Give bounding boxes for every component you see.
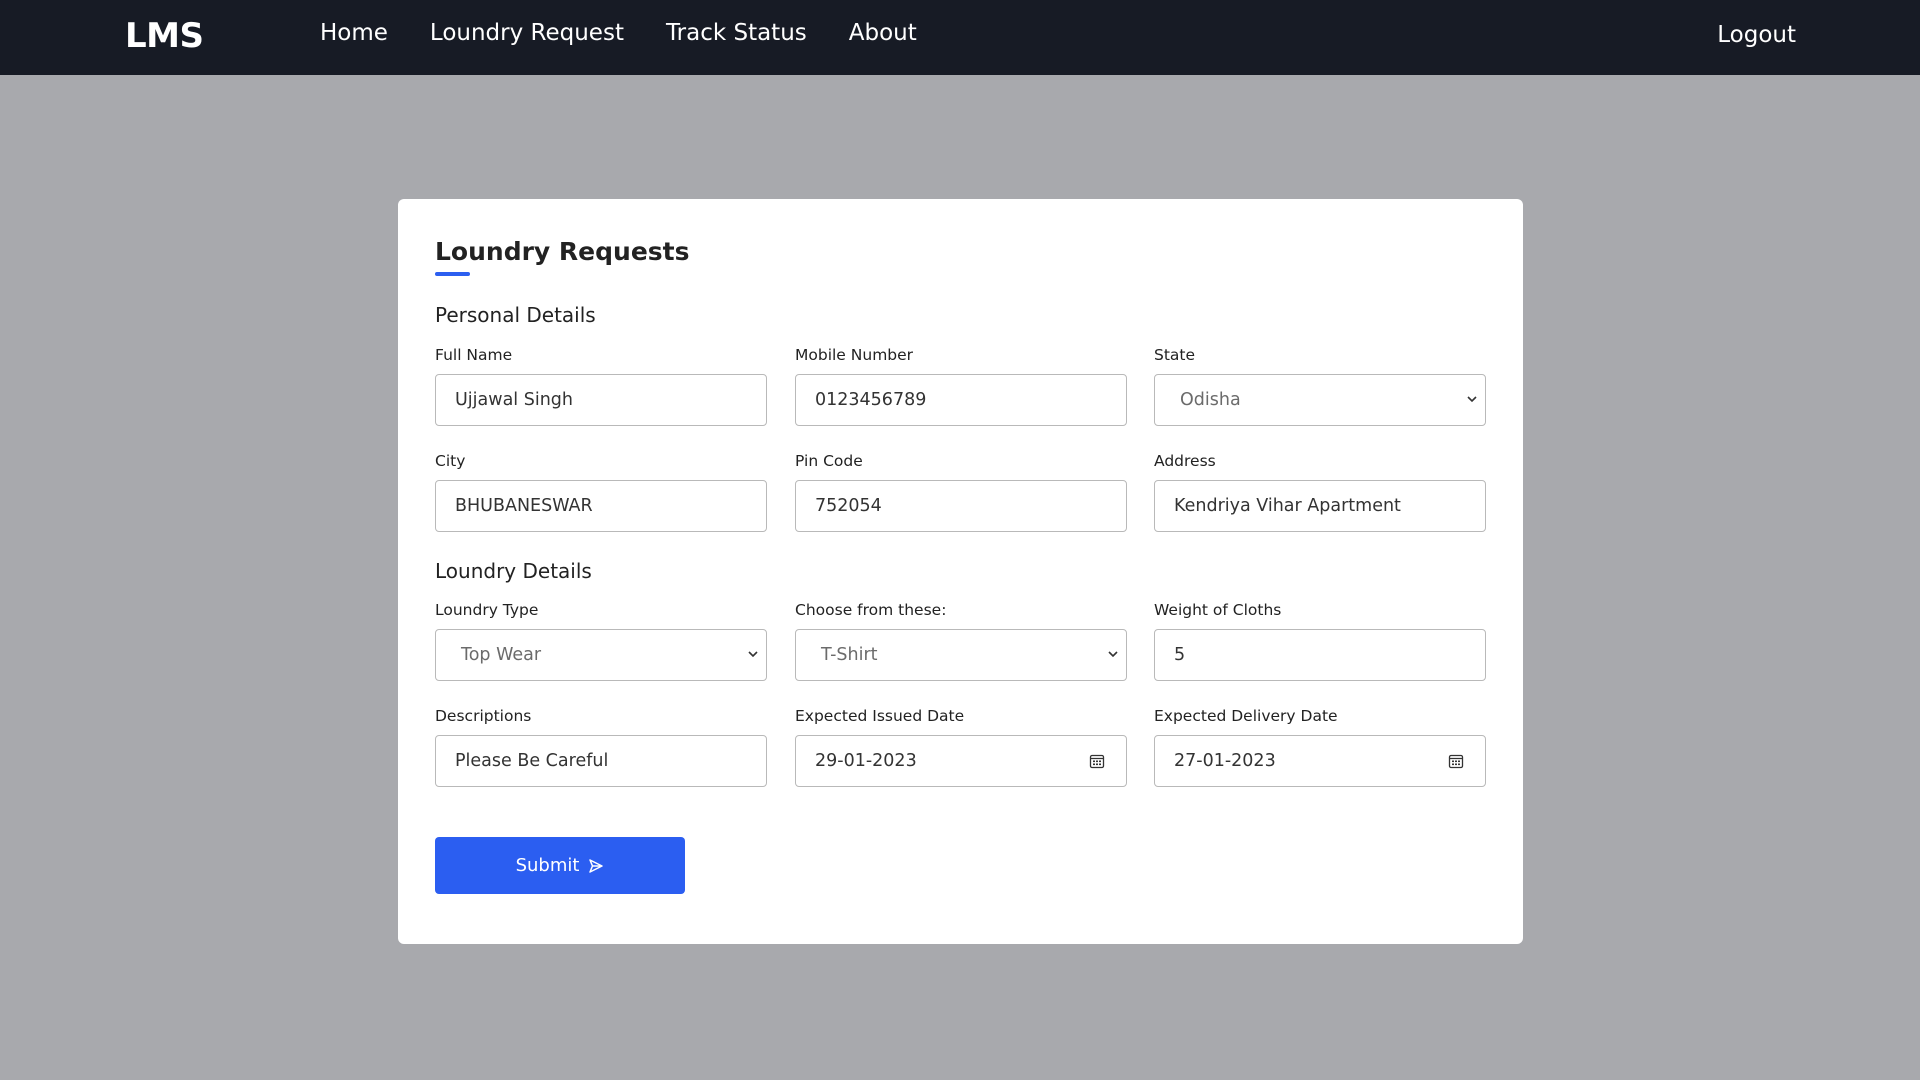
full-name-label: Full Name	[435, 346, 513, 364]
city-input[interactable]: BHUBANESWAR	[435, 480, 767, 532]
issued-date-field: Expected Issued Date 29-01-2023	[795, 707, 1127, 787]
chevron-down-icon	[1467, 396, 1477, 403]
city-label: City	[435, 452, 466, 470]
address-field: Address Kendriya Vihar Apartment	[1154, 452, 1486, 532]
state-select[interactable]: Odisha	[1154, 374, 1486, 426]
delivery-date-field: Expected Delivery Date 27-01-2023	[1154, 707, 1486, 787]
form-title: Loundry Requests	[435, 237, 690, 266]
nav-links: Home Loundry Request Track Status About	[320, 20, 959, 46]
send-icon	[589, 858, 604, 873]
weight-label: Weight of Cloths	[1154, 601, 1282, 619]
issued-date-label: Expected Issued Date	[795, 707, 965, 725]
description-field: Descriptions Please Be Careful	[435, 707, 767, 787]
nav-link-home[interactable]: Home	[320, 20, 388, 46]
delivery-date-label: Expected Delivery Date	[1154, 707, 1338, 725]
laundry-type-label: Loundry Type	[435, 601, 539, 619]
submit-label: Submit	[515, 855, 580, 876]
description-input[interactable]: Please Be Careful	[435, 735, 767, 787]
city-field: City BHUBANESWAR	[435, 452, 767, 532]
issued-date-value: 29-01-2023	[815, 751, 917, 771]
laundry-type-select-value: Top Wear	[461, 645, 542, 665]
pin-code-field: Pin Code 752054	[795, 452, 1127, 532]
address-label: Address	[1154, 452, 1216, 470]
choose-from-label: Choose from these:	[795, 601, 947, 619]
calendar-icon[interactable]	[1448, 753, 1464, 769]
full-name-input[interactable]: Ujjawal Singh	[435, 374, 767, 426]
weight-field: Weight of Cloths 5	[1154, 601, 1486, 681]
state-label: State	[1154, 346, 1196, 364]
laundry-type-select[interactable]: Top Wear	[435, 629, 767, 681]
description-label: Descriptions	[435, 707, 532, 725]
nav-link-laundry-request[interactable]: Loundry Request	[430, 20, 624, 46]
choose-from-field: Choose from these: T-Shirt	[795, 601, 1127, 681]
full-name-field: Full Name Ujjawal Singh	[435, 346, 767, 426]
logout-link[interactable]: Logout	[1717, 22, 1796, 48]
calendar-icon[interactable]	[1089, 753, 1105, 769]
personal-details-heading: Personal Details	[435, 303, 596, 327]
laundry-request-form: Loundry Requests Personal Details Full N…	[398, 199, 1523, 944]
submit-button[interactable]: Submit	[435, 837, 685, 894]
mobile-number-label: Mobile Number	[795, 346, 914, 364]
state-field: State Odisha	[1154, 346, 1486, 426]
weight-input[interactable]: 5	[1154, 629, 1486, 681]
address-input[interactable]: Kendriya Vihar Apartment	[1154, 480, 1486, 532]
choose-from-select-value: T-Shirt	[821, 645, 878, 665]
state-select-value: Odisha	[1180, 390, 1241, 410]
mobile-number-field: Mobile Number 0123456789	[795, 346, 1127, 426]
navbar: LMS Home Loundry Request Track Status Ab…	[0, 0, 1920, 75]
laundry-type-field: Loundry Type Top Wear	[435, 601, 767, 681]
nav-link-about[interactable]: About	[849, 20, 917, 46]
brand-logo[interactable]: LMS	[125, 16, 204, 56]
pin-code-label: Pin Code	[795, 452, 863, 470]
title-underline	[435, 272, 470, 276]
delivery-date-value: 27-01-2023	[1174, 751, 1276, 771]
chevron-down-icon	[1108, 651, 1118, 658]
nav-link-track-status[interactable]: Track Status	[666, 20, 807, 46]
pin-code-input[interactable]: 752054	[795, 480, 1127, 532]
laundry-details-heading: Loundry Details	[435, 559, 592, 583]
mobile-number-input[interactable]: 0123456789	[795, 374, 1127, 426]
issued-date-input[interactable]: 29-01-2023	[795, 735, 1127, 787]
choose-from-select[interactable]: T-Shirt	[795, 629, 1127, 681]
chevron-down-icon	[748, 651, 758, 658]
delivery-date-input[interactable]: 27-01-2023	[1154, 735, 1486, 787]
